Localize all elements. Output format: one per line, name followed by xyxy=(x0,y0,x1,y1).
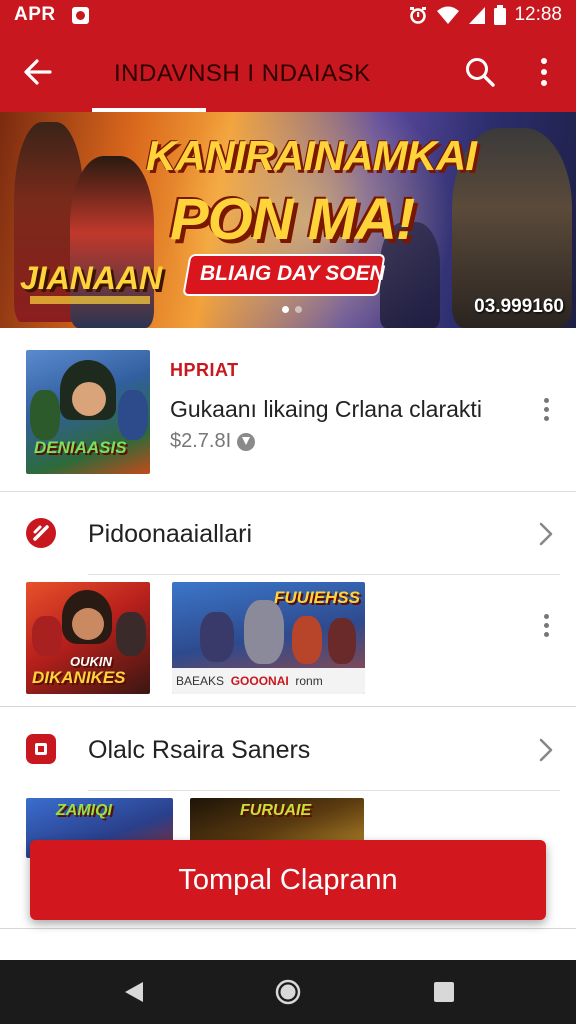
section1-item-2-caption: BAEAKS GOOONAI ronm xyxy=(176,674,323,688)
notification-icon xyxy=(71,6,89,24)
chevron-right-icon[interactable] xyxy=(538,736,554,764)
alarm-icon xyxy=(410,7,427,24)
system-navigation-bar xyxy=(0,960,576,1024)
featured-price-value: $2.7.8I xyxy=(170,430,232,452)
primary-action-label: Tompal Claprann xyxy=(178,863,398,896)
featured-price: $2.7.8I xyxy=(170,430,256,453)
hero-pill-text: BLIAIG DAY SOEN xyxy=(200,262,385,285)
wifi-icon xyxy=(437,6,460,24)
section2-item-2-title: FURUAIE xyxy=(240,802,312,819)
section1-item-1-title: DIKANIKES xyxy=(32,668,126,687)
app-toolbar: INDAVNSH I NDAIASK xyxy=(0,30,576,112)
triangle-back-icon[interactable] xyxy=(120,978,148,1006)
hero-headline-line2: PON MA! xyxy=(170,187,415,252)
more-vert-icon[interactable] xyxy=(544,398,550,421)
section1-item-2-title: FUUIEHSS xyxy=(274,588,360,607)
primary-action-button[interactable]: Tompal Claprann xyxy=(30,840,546,920)
signal-icon xyxy=(469,7,486,24)
status-carrier-text: APR xyxy=(14,4,56,25)
section-title-1: Pidoonaaiallari xyxy=(88,520,253,548)
app-screen: APR 12:88 INDAVNSH I NDAIASK KANIRAINAMK… xyxy=(0,0,576,1024)
featured-tag: HPRIAT xyxy=(170,360,239,380)
red-circle-icon xyxy=(26,518,56,548)
featured-app-thumbnail[interactable]: DENIAASIS xyxy=(26,350,150,474)
hero-headline-line1: KANIRAINAMKAI xyxy=(146,132,477,179)
section-header-3-partial xyxy=(0,928,576,960)
hero-counter: 03.999160 xyxy=(474,296,564,317)
toolbar-title: INDAVNSH I NDAIASK xyxy=(114,60,371,87)
featured-app-name: Gukaanı likaing Crlana clarakti xyxy=(170,396,482,422)
arrow-left-icon[interactable] xyxy=(20,54,56,90)
carousel-indicator xyxy=(282,306,302,313)
section-header-2[interactable]: Olalc Rsaira Saners xyxy=(0,710,576,790)
featured-app-row[interactable]: DENIAASIS HPRIAT Gukaanı likaing Crlana … xyxy=(0,330,576,492)
chevron-right-icon[interactable] xyxy=(538,520,554,548)
battery-icon xyxy=(494,5,507,25)
hero-banner[interactable]: KANIRAINAMKAI PON MA! BLIAIG DAY SOEN JI… xyxy=(0,112,576,328)
hero-game-logo: JIANAAN xyxy=(20,260,163,296)
square-recents-icon[interactable] xyxy=(430,978,458,1006)
more-vert-icon[interactable] xyxy=(534,54,554,90)
more-vert-icon[interactable] xyxy=(544,614,550,637)
section1-item-1-thumbnail[interactable]: OUKIN DIKANIKES xyxy=(26,582,150,694)
section-header-1[interactable]: Pidoonaaiallari xyxy=(0,494,576,574)
section2-item-1-title: ZAMIQI xyxy=(56,802,112,819)
search-icon[interactable] xyxy=(462,54,498,90)
section1-item-2-thumbnail[interactable]: FUUIEHSS BAEAKS GOOONAI ronm xyxy=(172,582,365,694)
section1-item-1-title-top: OUKIN xyxy=(70,654,112,669)
download-icon[interactable] xyxy=(237,432,256,451)
status-bar: APR 12:88 xyxy=(0,0,576,30)
section-title-2: Olalc Rsaira Saners xyxy=(88,736,311,764)
circle-home-icon[interactable] xyxy=(274,978,302,1006)
red-rounded-square-icon xyxy=(26,734,56,764)
featured-thumb-title: DENIAASIS xyxy=(34,438,127,457)
status-time: 12:88 xyxy=(514,4,562,25)
